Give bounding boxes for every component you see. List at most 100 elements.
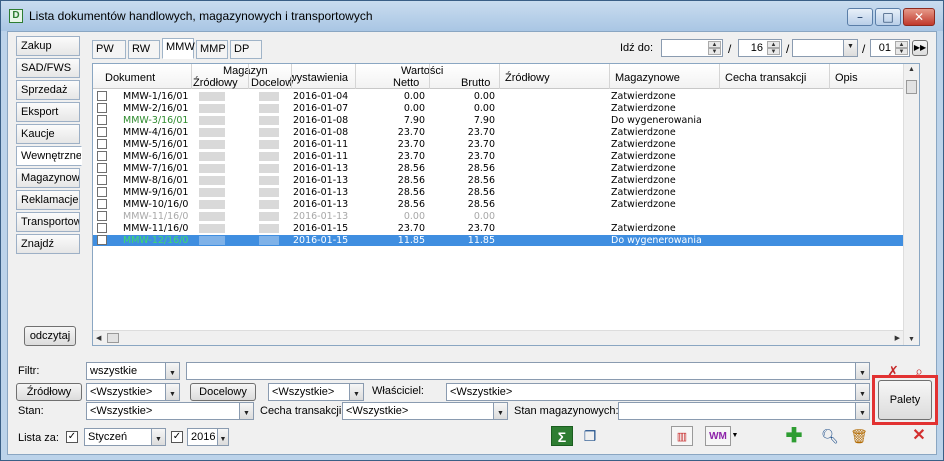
search-icon[interactable]: 🔍︎ — [819, 426, 841, 446]
row-checkbox[interactable] — [97, 175, 107, 185]
trash-icon[interactable]: 🗑︎ — [848, 426, 870, 446]
col-dokument[interactable]: Dokument — [105, 72, 155, 84]
transaction-feature-select[interactable]: <Wszystkie> — [342, 402, 508, 420]
document-grid[interactable]: Dokument Magazyn Źródłowy Docelow Data w… — [92, 63, 920, 346]
col-zrodlowy-2[interactable]: Źródłowy — [505, 72, 550, 84]
row-checkbox[interactable] — [97, 103, 107, 113]
tab-mmw[interactable]: MMW — [162, 38, 195, 59]
scroll-left-icon[interactable]: ◀ — [96, 334, 101, 342]
row-checkbox[interactable] — [97, 187, 107, 197]
col-magazynowe[interactable]: Magazynowe — [615, 72, 680, 84]
sum-icon[interactable]: Σ — [551, 426, 573, 446]
scroll-up-icon[interactable]: ▲ — [908, 66, 915, 73]
year-checkbox[interactable]: ✓ — [171, 431, 183, 443]
sidebar-item-reklamacje[interactable]: Reklamacje — [16, 190, 80, 210]
row-checkbox[interactable] — [97, 127, 107, 137]
stepper-arrows-icon[interactable] — [217, 429, 228, 445]
table-row[interactable]: MMW-12/16/01 2016-01-15 11.85 11.85 Do wygen… — [93, 235, 903, 246]
stepper-arrows-icon[interactable]: ▲ ▼ — [895, 41, 908, 55]
source-warehouse-select[interactable]: <Wszystkie> — [86, 383, 180, 401]
stock-state-select[interactable] — [618, 402, 870, 420]
col-brutto[interactable]: Brutto — [461, 77, 490, 89]
month-checkbox[interactable]: ✓ — [66, 431, 78, 443]
row-checkbox[interactable] — [97, 91, 107, 101]
tab-rw[interactable]: RW — [128, 40, 160, 59]
scroll-thumb[interactable] — [107, 333, 119, 343]
row-checkbox[interactable] — [97, 235, 107, 245]
sidebar-item-sprzedaz[interactable]: Sprzedaż — [16, 80, 80, 100]
chevron-down-icon[interactable] — [165, 363, 179, 379]
chevron-down-icon[interactable] — [855, 384, 869, 400]
sidebar-item-sad-fws[interactable]: SAD/FWS — [16, 58, 80, 78]
table-row[interactable]: MMW-1/16/01 2016-01-04 0.00 0.00 Zatwierdzon… — [93, 91, 903, 102]
table-row[interactable]: MMW-5/16/01 2016-01-11 23.70 23.70 Zatwierdz… — [93, 139, 903, 150]
filter-expression-field[interactable] — [186, 362, 870, 380]
sidebar-item-transportowe[interactable]: Transportowe — [16, 212, 80, 232]
sidebar-item-magazynowe[interactable]: Magazynowe — [16, 168, 80, 188]
scroll-right-icon[interactable]: ▶ — [895, 334, 900, 342]
tab-mmp[interactable]: MMP — [196, 40, 228, 59]
row-checkbox[interactable] — [97, 211, 107, 221]
chevron-down-icon[interactable]: ▼ — [731, 426, 739, 446]
year-stepper[interactable]: 2016 — [187, 428, 229, 446]
close-icon[interactable]: ✕ — [908, 426, 930, 446]
table-row[interactable]: MMW-11/16/01 2016-01-13 0.00 0.00 — [93, 211, 903, 222]
table-row[interactable]: MMW-3/16/01 2016-01-08 7.90 7.90 Do wygenero… — [93, 115, 903, 126]
source-warehouse-button[interactable]: Źródłowy — [16, 383, 82, 401]
sidebar-item-znajdz[interactable]: Znajdź — [16, 234, 80, 254]
goto-day-stepper[interactable]: 16 ▲ ▼ — [738, 39, 782, 57]
target-warehouse-select[interactable]: <Wszystkie> — [268, 383, 364, 401]
chevron-down-icon[interactable] — [855, 363, 869, 379]
sidebar-item-kaucje[interactable]: Kaucje — [16, 124, 80, 144]
scroll-down-icon[interactable]: ▼ — [908, 336, 915, 343]
col-netto[interactable]: Netto — [393, 77, 419, 89]
table-row[interactable]: MMW-10/16/01 2016-01-13 28.56 28.56 Zatwierd… — [93, 199, 903, 210]
chevron-down-icon[interactable] — [493, 403, 507, 419]
chevron-down-icon[interactable] — [165, 384, 179, 400]
col-data-wystawienia[interactable]: Data wystawienia — [290, 72, 348, 84]
table-row[interactable]: MMW-7/16/01 2016-01-13 28.56 28.56 Zatwierdz… — [93, 163, 903, 174]
row-checkbox[interactable] — [97, 163, 107, 173]
refresh-button[interactable]: odczytaj — [24, 326, 76, 346]
stepper-arrows-icon[interactable]: ▲ ▼ — [708, 41, 721, 55]
chevron-down-icon[interactable] — [855, 403, 869, 419]
target-warehouse-button[interactable]: Docelowy — [190, 383, 256, 401]
row-checkbox[interactable] — [97, 151, 107, 161]
state-select[interactable]: <Wszystkie> — [86, 402, 254, 420]
table-row[interactable]: MMW-4/16/01 2016-01-08 23.70 23.70 Zatwierdz… — [93, 127, 903, 138]
month-select[interactable]: Styczeń — [84, 428, 166, 446]
minimize-icon[interactable]: – — [847, 8, 873, 26]
title-bar[interactable]: D Lista dokumentów handlowych, magazynow… — [1, 1, 943, 31]
filter-select[interactable]: wszystkie — [86, 362, 180, 380]
add-icon[interactable]: ✚ — [783, 426, 805, 446]
goto-page-stepper[interactable]: 01 ▲ ▼ — [870, 39, 910, 57]
row-checkbox[interactable] — [97, 223, 107, 233]
row-checkbox[interactable] — [97, 139, 107, 149]
maximize-icon[interactable]: □ — [875, 8, 901, 26]
stepper-arrows-icon[interactable]: ▲ ▼ — [767, 41, 780, 55]
owner-select[interactable]: <Wszystkie> — [446, 383, 870, 401]
col-cecha-transakcji[interactable]: Cecha transakcji — [725, 72, 806, 84]
scroll-thumb[interactable] — [906, 80, 917, 94]
goto-month-combo[interactable] — [792, 39, 858, 57]
fast-forward-icon[interactable]: ▶▶ — [912, 40, 928, 56]
row-checkbox[interactable] — [97, 199, 107, 209]
goto-year-stepper[interactable]: ▲ ▼ — [661, 39, 723, 57]
col-opis[interactable]: Opis — [835, 72, 858, 84]
table-row[interactable]: MMW-8/16/01 2016-01-13 28.56 28.56 Zatwierdz… — [93, 175, 903, 186]
chevron-down-icon[interactable] — [151, 429, 165, 445]
sidebar-item-eksport[interactable]: Eksport — [16, 102, 80, 122]
horizontal-scrollbar[interactable]: ◀ ▶ — [93, 330, 903, 345]
close-window-icon[interactable]: ✕ — [903, 8, 935, 26]
columns-icon[interactable]: ▥ — [671, 426, 693, 446]
chevron-down-icon[interactable] — [843, 40, 857, 56]
wm-button[interactable]: WM — [705, 426, 731, 446]
table-row[interactable]: MMW-9/16/01 2016-01-13 28.56 28.56 Zatwierdz… — [93, 187, 903, 198]
tab-dp[interactable]: DP — [230, 40, 262, 59]
col-docelowy[interactable]: Docelow — [251, 77, 293, 89]
chevron-down-icon[interactable] — [349, 384, 363, 400]
tab-pw[interactable]: PW — [92, 40, 126, 59]
table-row[interactable]: MMW-2/16/01 2016-01-07 0.00 0.00 Zatwierdzon… — [93, 103, 903, 114]
table-row[interactable]: MMW-6/16/01 2016-01-11 23.70 23.70 Zatwierdz… — [93, 151, 903, 162]
col-zrodlowy[interactable]: Źródłowy — [193, 77, 238, 89]
